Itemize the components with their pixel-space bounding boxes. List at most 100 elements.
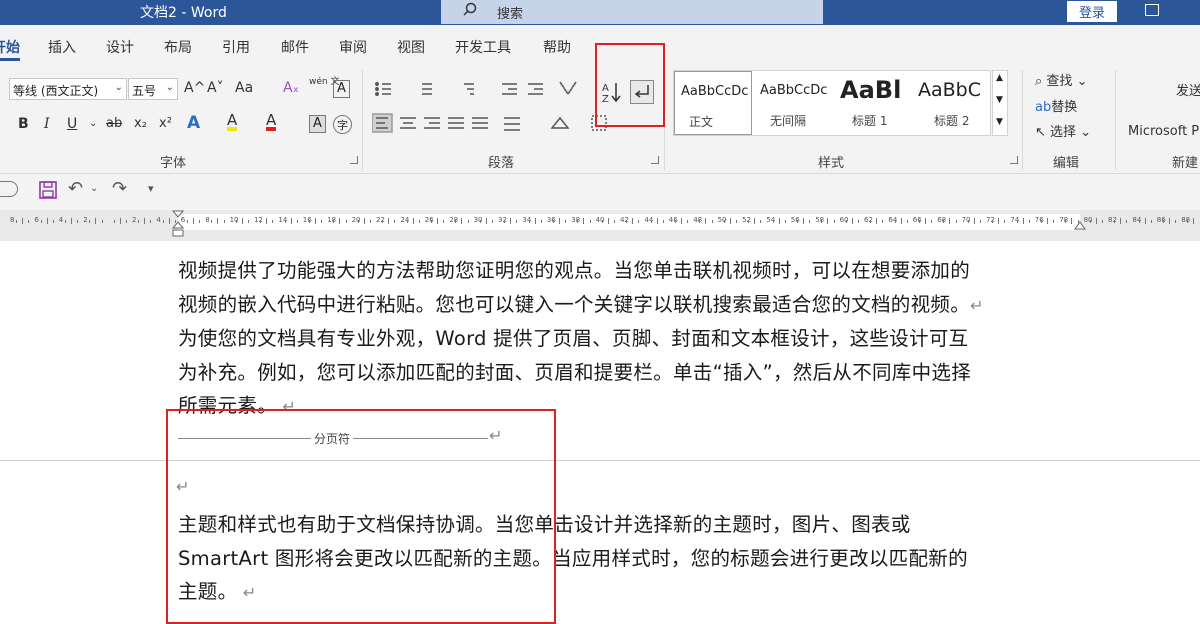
char-border-button[interactable]: A: [333, 80, 350, 98]
ruler-tick: [729, 218, 731, 224]
tab-review[interactable]: 审阅: [339, 37, 367, 57]
ruler-tick: [772, 220, 774, 223]
undo-icon[interactable]: ↶: [68, 178, 83, 199]
select-button[interactable]: ↖ 选择 ⌄: [1035, 121, 1091, 140]
highlight-button[interactable]: A: [227, 113, 238, 131]
ruler-number: 54: [766, 216, 776, 224]
char-shading-button[interactable]: A: [309, 115, 326, 133]
chevron-up-icon[interactable]: ▲: [996, 73, 1003, 83]
save-icon[interactable]: [38, 180, 58, 200]
ruler-tick: [284, 220, 286, 223]
ruler-tick: [113, 220, 115, 223]
ruler-tick: [1095, 218, 1097, 224]
ruler-tick: [778, 218, 780, 224]
login-button[interactable]: 登录: [1067, 1, 1117, 22]
font-color-button[interactable]: A: [266, 113, 277, 131]
style-heading-2[interactable]: AaBbC 标题 2: [912, 71, 990, 135]
ribbon-display-icon[interactable]: [1145, 4, 1159, 16]
chevron-down-icon[interactable]: ▼: [996, 95, 1003, 105]
tab-home[interactable]: 开始: [0, 37, 20, 57]
send-label[interactable]: 发送: [1176, 80, 1200, 99]
document-line[interactable]: 视频提供了功能强大的方法帮助您证明您的观点。当您单击联机视频时，可以在想要添加的: [178, 254, 970, 283]
strikethrough-button[interactable]: ab: [106, 116, 122, 131]
enclose-char-label: 字: [337, 119, 348, 132]
ruler-number: 70: [961, 216, 971, 224]
italic-button[interactable]: I: [44, 116, 50, 132]
tab-design[interactable]: 设计: [106, 37, 134, 57]
style-preview: AaBbCcDc: [681, 84, 749, 99]
ruler-tick: [833, 220, 835, 223]
ruler-tick: [809, 220, 811, 223]
ruler-number: 44: [644, 216, 654, 224]
ruler-tick: [382, 220, 384, 223]
ruler-tick: [827, 218, 829, 224]
text-effects-button[interactable]: A: [187, 113, 200, 133]
ruler-number: 16: [302, 216, 312, 224]
tab-insert[interactable]: 插入: [48, 37, 76, 57]
tab-mailings[interactable]: 邮件: [281, 37, 309, 57]
replace-button[interactable]: ab替换: [1035, 96, 1077, 115]
ruler-tick: [467, 220, 469, 223]
styles-gallery[interactable]: AaBbCcDc 正文 AaBbCcDc 无间隔 AaBl 标题 1 AaBbC…: [673, 70, 991, 136]
ruler-number: 62: [864, 216, 873, 224]
customize-qat-icon[interactable]: ▾: [148, 182, 154, 195]
subscript-button[interactable]: x₂: [134, 116, 147, 131]
document-line-text: 视频的嵌入代码中进行粘贴。您也可以键入一个关键字以联机搜索最适合您的文档的视频。: [178, 293, 971, 316]
style-normal[interactable]: AaBbCcDc 正文: [674, 71, 752, 135]
gallery-expand-icon[interactable]: ▼: [996, 117, 1003, 127]
bold-button[interactable]: B: [18, 116, 29, 132]
ruler-tick: [211, 220, 213, 223]
ruler-tick: [607, 218, 609, 224]
redo-icon[interactable]: ↷: [112, 178, 127, 199]
font-size-value: 五号: [132, 84, 157, 98]
ruler-tick: [1022, 218, 1024, 224]
indent-marker-icon[interactable]: [172, 210, 184, 240]
font-dialog-launcher-icon[interactable]: [350, 156, 358, 164]
style-no-spacing[interactable]: AaBbCcDc 无间隔: [754, 71, 832, 135]
chevron-down-icon[interactable]: ⌄: [89, 118, 97, 129]
tab-help[interactable]: 帮助: [543, 37, 571, 57]
ruler-number: 86: [1156, 216, 1166, 224]
style-preview: AaBbC: [918, 79, 982, 101]
ruler-tick: [1065, 220, 1067, 223]
document-line[interactable]: 视频的嵌入代码中进行粘贴。您也可以键入一个关键字以联机搜索最适合您的文档的视频。…: [178, 288, 984, 317]
tab-references[interactable]: 引用: [222, 37, 250, 57]
ruler-tick: [1016, 220, 1018, 223]
phonetic-guide-button[interactable]: wén 文: [309, 78, 339, 87]
ruler-tick: [199, 220, 201, 223]
addin-group-label: 新建: [1172, 156, 1199, 171]
tab-layout[interactable]: 布局: [164, 37, 192, 57]
change-case-button[interactable]: Aa: [235, 80, 253, 96]
chevron-down-icon[interactable]: ⌄: [90, 183, 98, 194]
document-line[interactable]: 为补充。例如，您可以添加匹配的封面、页眉和提要栏。单击“插入”，然后从不同库中选…: [178, 356, 971, 385]
right-indent-marker-icon[interactable]: [1074, 221, 1086, 233]
search-placeholder[interactable]: 搜索: [497, 3, 523, 22]
autosave-toggle[interactable]: [0, 181, 18, 197]
ruler-tick: [150, 220, 152, 223]
font-size-select[interactable]: 五号 ⌄: [128, 78, 178, 100]
underline-button[interactable]: U: [67, 116, 77, 132]
ruler-tick: [784, 220, 786, 223]
superscript-button[interactable]: x²: [159, 116, 172, 131]
cursor-icon: ↖: [1035, 125, 1046, 140]
grow-font-button[interactable]: A^: [184, 80, 205, 96]
style-heading-1[interactable]: AaBl 标题 1: [834, 71, 908, 135]
paragraph-dialog-launcher-icon[interactable]: [651, 156, 659, 164]
ruler-tick: [272, 220, 274, 223]
tab-view[interactable]: 视图: [397, 37, 425, 57]
gallery-scroll[interactable]: ▲ ▼ ▼: [992, 70, 1008, 136]
clear-format-icon[interactable]: Aₓ: [283, 80, 299, 96]
ruler-tick: [754, 218, 756, 224]
ruler-tick: [748, 220, 750, 223]
chevron-down-icon: ⌄: [114, 82, 123, 93]
enclose-char-button[interactable]: 字: [333, 115, 352, 134]
document-line[interactable]: 为使您的文档具有专业外观，Word 提供了页眉、页脚、封面和文本框设计，这些设计…: [178, 322, 968, 351]
find-button[interactable]: ⌕ 查找 ⌄: [1035, 70, 1087, 89]
styles-dialog-launcher-icon[interactable]: [1010, 156, 1018, 164]
font-name-select[interactable]: 等线 (西文正文) ⌄: [9, 78, 127, 100]
ruler-tick: [1126, 220, 1128, 223]
tab-developer[interactable]: 开发工具: [455, 37, 511, 57]
shrink-font-button[interactable]: A˅: [207, 80, 224, 96]
microsoft-addin-label[interactable]: Microsoft P: [1128, 124, 1199, 139]
ruler-tick: [559, 218, 560, 224]
